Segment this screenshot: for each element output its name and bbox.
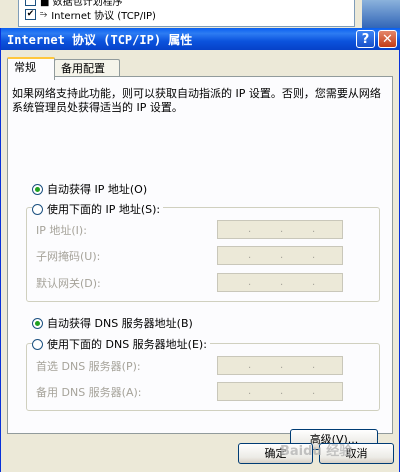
radio-button-selected[interactable] (32, 317, 43, 329)
dialog-titlebar[interactable]: Internet 协议 (TCP/IP) 属性 (1, 28, 400, 50)
preferred-dns-label: 首选 DNS 服务器(P): (36, 360, 141, 373)
ip-address-label: IP 地址(I): (36, 224, 87, 237)
description-text: 如果网络支持此功能，则可以获取自动指派的 IP 设置。否则，您需要从网络系统管理… (12, 87, 381, 114)
subnet-mask-field: ... (217, 246, 343, 265)
background-component-list: ■ 数据包计划程序 ✔ ⥲ Internet 协议 (TCP/IP) (18, 0, 355, 27)
default-gateway-label: 默认网关(D): (36, 277, 101, 290)
radio-auto-ip-label: 自动获得 IP 地址(O) (47, 183, 148, 196)
dialog-title: Internet 协议 (TCP/IP) 属性 (7, 32, 193, 47)
radio-button[interactable] (32, 203, 43, 215)
general-tab-panel: 如果网络支持此功能，则可以获取自动指派的 IP 设置。否则，您需要从网络系统管理… (7, 76, 393, 450)
radio-button-selected[interactable] (32, 183, 43, 195)
radio-button[interactable] (32, 338, 43, 350)
ip-address-field: ... (217, 220, 343, 239)
checkbox[interactable] (25, 0, 36, 6)
dns-server-group: 首选 DNS 服务器(P): ... 备用 DNS 服务器(A): ... (26, 343, 380, 411)
list-item[interactable]: ✔ ⥲ Internet 协议 (TCP/IP) (25, 8, 156, 22)
list-item-label: Internet 协议 (TCP/IP) (51, 11, 156, 22)
tcpip-properties-dialog: Internet 协议 (TCP/IP) 属性 ? ✕ 常规 备用配置 如果网络… (0, 28, 400, 472)
radio-auto-dns[interactable]: 自动获得 DNS 服务器地址(B) (32, 315, 193, 331)
radio-auto-ip[interactable]: 自动获得 IP 地址(O) (32, 181, 147, 197)
radio-auto-dns-label: 自动获得 DNS 服务器地址(B) (47, 317, 193, 330)
radio-manual-ip-label: 使用下面的 IP 地址(S): (47, 203, 161, 216)
ip-address-group: IP 地址(I): ... 子网掩码(U): ... 默认网关(D): ... (26, 207, 380, 302)
tab-general[interactable]: 常规 (7, 57, 55, 80)
radio-manual-dns[interactable]: 使用下面的 DNS 服务器地址(E): (32, 336, 210, 352)
network-protocol-icon: ⥲ (40, 9, 48, 20)
default-gateway-field: ... (217, 273, 343, 292)
watermark: Baidu 经验 (280, 444, 353, 459)
list-item[interactable]: ■ 数据包计划程序 (25, 0, 123, 8)
preferred-dns-field: ... (217, 356, 343, 375)
background-window-edge (362, 0, 400, 30)
radio-manual-ip[interactable]: 使用下面的 IP 地址(S): (32, 201, 164, 217)
background-window: ■ 数据包计划程序 ✔ ⥲ Internet 协议 (TCP/IP) (0, 0, 400, 30)
close-button[interactable]: ✕ (378, 30, 397, 48)
alternate-dns-label: 备用 DNS 服务器(A): (36, 386, 142, 399)
help-button[interactable]: ? (356, 30, 375, 48)
radio-manual-dns-label: 使用下面的 DNS 服务器地址(E): (47, 338, 207, 351)
alternate-dns-field: ... (217, 382, 343, 401)
subnet-mask-label: 子网掩码(U): (36, 250, 101, 263)
checkbox-checked[interactable]: ✔ (25, 9, 36, 20)
